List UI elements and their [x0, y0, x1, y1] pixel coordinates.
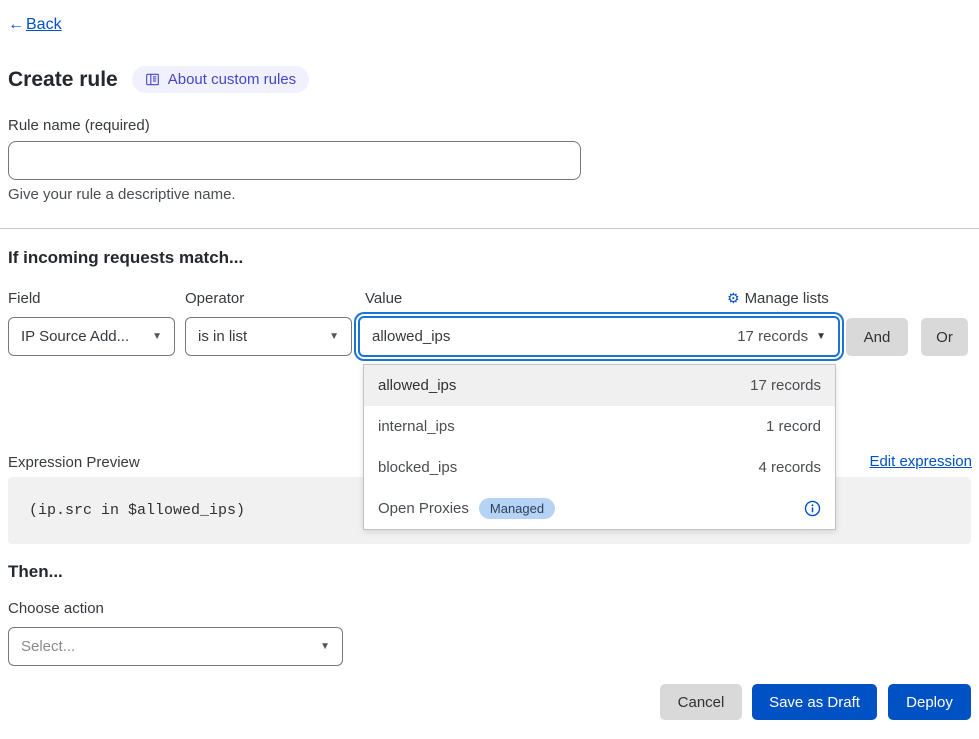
list-records: 4 records [758, 459, 821, 476]
chevron-down-icon: ▼ [152, 331, 162, 342]
list-name: internal_ips [378, 418, 455, 435]
chevron-down-icon: ▼ [329, 331, 339, 342]
operator-label: Operator [185, 290, 244, 307]
edit-expression-link[interactable]: Edit expression [869, 453, 972, 470]
or-button[interactable]: Or [921, 318, 968, 356]
back-label: Back [26, 16, 62, 33]
list-name: allowed_ips [378, 377, 456, 394]
rule-name-label: Rule name (required) [8, 117, 150, 134]
about-badge-label: About custom rules [168, 71, 296, 88]
chevron-down-icon: ▼ [816, 331, 826, 342]
field-select-value: IP Source Add... [21, 328, 129, 345]
save-as-draft-button[interactable]: Save as Draft [752, 684, 877, 720]
expression-preview-label: Expression Preview [8, 454, 140, 471]
book-icon [145, 72, 160, 87]
operator-select[interactable]: is in list ▼ [185, 317, 352, 356]
info-icon[interactable] [804, 500, 821, 517]
rule-name-helper: Give your rule a descriptive name. [8, 186, 236, 203]
deploy-button[interactable]: Deploy [888, 684, 971, 720]
gear-icon: ⚙ [727, 291, 740, 307]
action-select-placeholder: Select... [21, 638, 75, 655]
list-name: Open Proxies [378, 500, 469, 517]
field-select[interactable]: IP Source Add... ▼ [8, 317, 175, 356]
expression-code: (ip.src in $allowed_ips) [29, 502, 245, 519]
action-select[interactable]: Select... ▼ [8, 627, 343, 666]
field-label: Field [8, 290, 41, 307]
value-select-value: allowed_ips [372, 328, 450, 345]
cancel-button[interactable]: Cancel [660, 684, 742, 720]
chevron-down-icon: ▼ [320, 641, 330, 652]
manage-lists-link[interactable]: ⚙ Manage lists [727, 290, 840, 307]
create-rule-page: ←Back Create rule About custom rules Rul… [0, 0, 979, 739]
page-title: Create rule [8, 68, 118, 92]
back-arrow-icon: ← [8, 16, 24, 33]
and-button[interactable]: And [846, 318, 908, 356]
manage-lists-label: Manage lists [745, 290, 829, 307]
list-records: 1 record [766, 418, 821, 435]
value-select[interactable]: allowed_ips 17 records ▼ [358, 316, 840, 357]
match-section-heading: If incoming requests match... [8, 248, 243, 268]
back-link[interactable]: ←Back [8, 16, 62, 34]
dropdown-option-open-proxies[interactable]: Open Proxies Managed [364, 488, 835, 529]
then-section-heading: Then... [8, 562, 63, 582]
dropdown-option-blocked-ips[interactable]: blocked_ips 4 records [364, 447, 835, 488]
about-custom-rules-badge[interactable]: About custom rules [132, 66, 309, 93]
dropdown-option-internal-ips[interactable]: internal_ips 1 record [364, 406, 835, 447]
value-records-count: 17 records [737, 328, 808, 345]
operator-select-value: is in list [198, 328, 247, 345]
dropdown-option-allowed-ips[interactable]: allowed_ips 17 records [364, 365, 835, 406]
value-dropdown-menu: allowed_ips 17 records internal_ips 1 re… [363, 364, 836, 530]
managed-badge: Managed [479, 498, 555, 519]
section-divider [0, 228, 979, 229]
value-label: Value [365, 290, 402, 307]
list-records: 17 records [750, 377, 821, 394]
rule-name-input[interactable] [8, 141, 581, 180]
choose-action-label: Choose action [8, 600, 104, 617]
page-header: Create rule About custom rules [8, 66, 309, 93]
list-name: blocked_ips [378, 459, 457, 476]
